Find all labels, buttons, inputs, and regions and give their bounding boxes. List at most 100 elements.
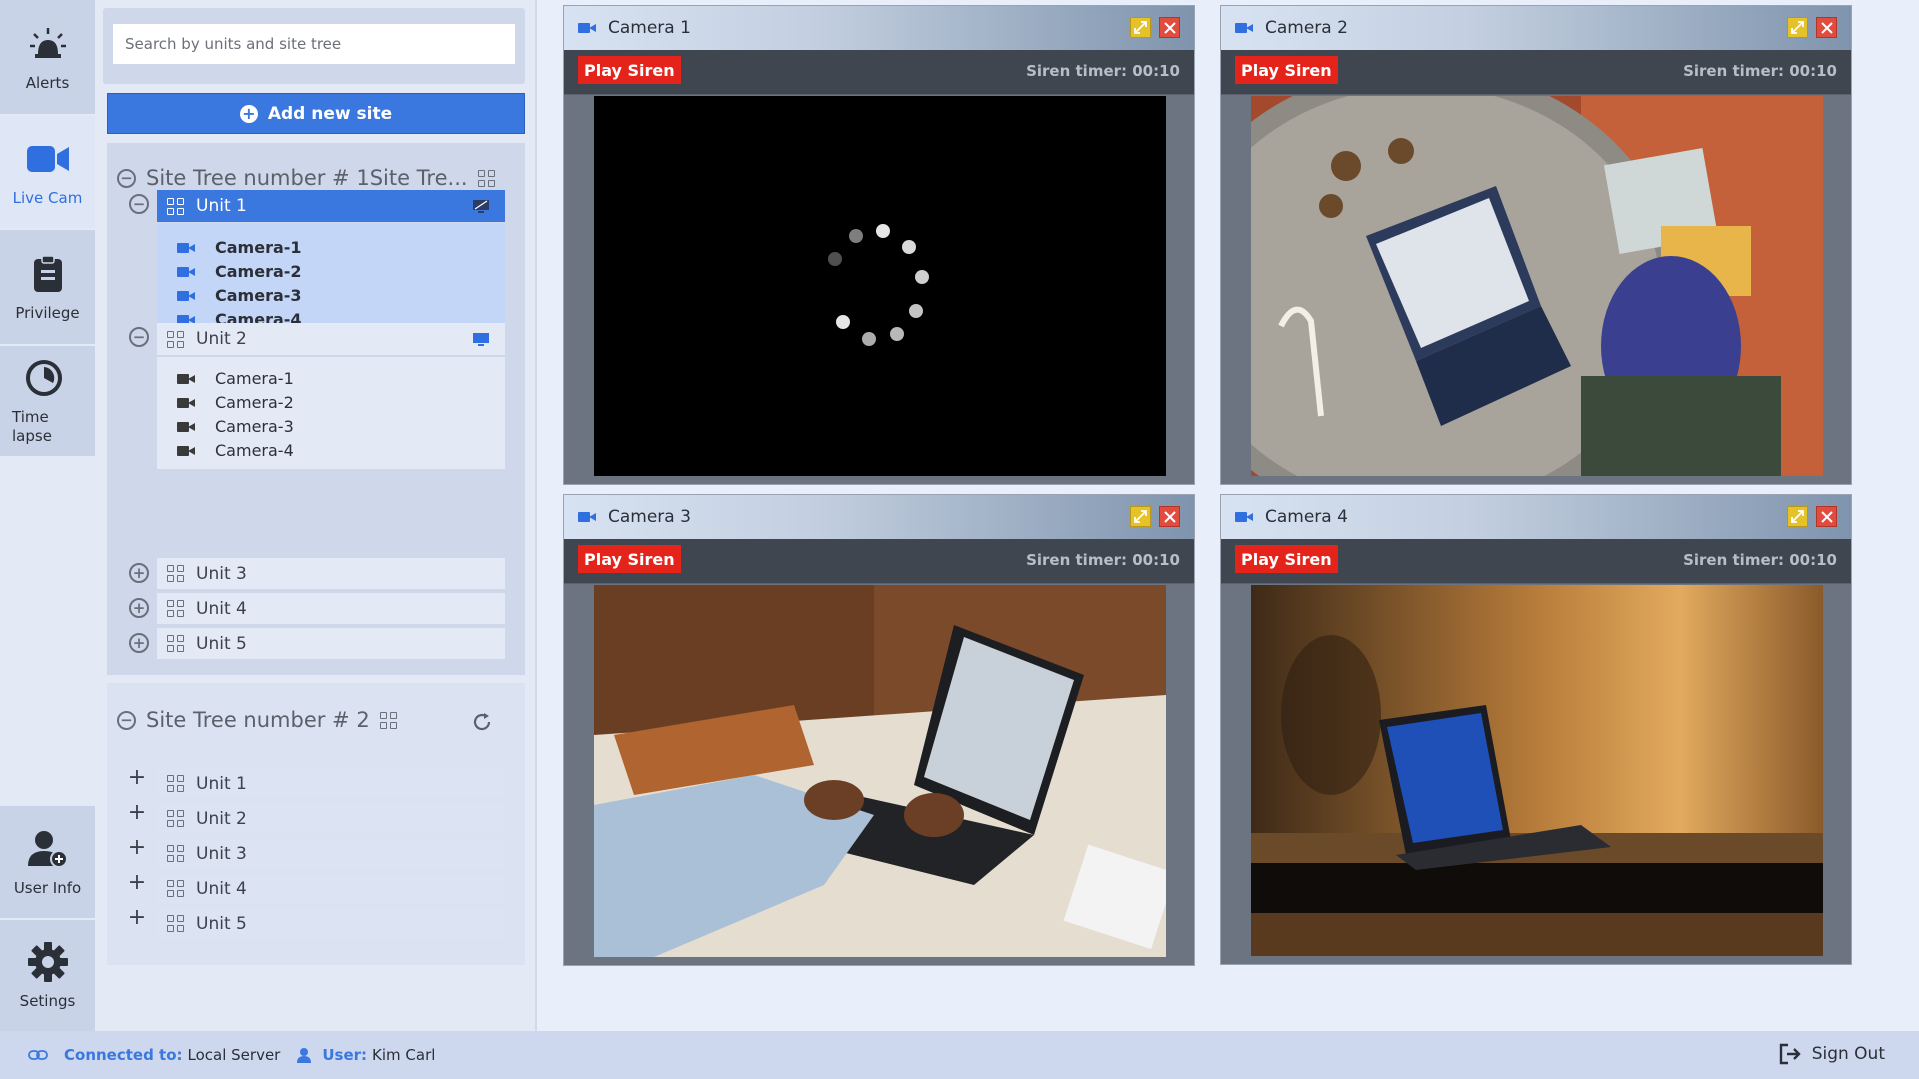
grid-icon — [167, 635, 184, 652]
camera-feed-image — [1251, 96, 1823, 476]
close-icon — [1163, 21, 1176, 34]
status-bar: Connected to: Local Server User: Kim Car… — [0, 1031, 1919, 1079]
refresh-icon[interactable] — [471, 711, 493, 733]
close-button[interactable] — [1159, 17, 1180, 38]
collapse-icon[interactable]: − — [117, 710, 136, 730]
camera-item[interactable]: Camera-3 — [177, 417, 294, 436]
nav-privilege-label: Privilege — [15, 303, 80, 322]
camera-tile-title: Camera 3 — [608, 507, 691, 527]
grid-icon — [167, 600, 184, 617]
camera-tile-title: Camera 4 — [1265, 507, 1348, 527]
feed-photo — [594, 585, 1166, 957]
unit-2-row[interactable]: Unit 2 — [157, 323, 505, 355]
unit-5-label: Unit 5 — [196, 633, 247, 654]
unit-3-row[interactable]: Unit 3 — [157, 839, 505, 868]
camera-item[interactable]: Camera-3 — [177, 286, 302, 305]
nav-live-cam[interactable]: Live Cam — [0, 116, 95, 228]
nav-settings[interactable]: Setings — [0, 920, 95, 1031]
play-siren-button[interactable]: Play Siren — [578, 56, 681, 84]
unit-5-expand-icon[interactable]: + — [127, 907, 147, 929]
camera-tile-4: Camera 4 Play Siren Siren timer: 00:10 — [1220, 494, 1852, 965]
unit-4-row[interactable]: Unit 4 — [157, 593, 505, 624]
camera-tile-title: Camera 1 — [608, 18, 691, 38]
user-add-icon — [26, 827, 70, 871]
nav-live-cam-label: Live Cam — [12, 188, 83, 207]
unit-4-expand-icon[interactable]: + — [127, 872, 147, 894]
nav-time-lapse[interactable]: Time lapse — [0, 346, 95, 456]
unit-3-label: Unit 3 — [196, 843, 247, 864]
add-new-site-label: Add new site — [267, 103, 393, 124]
expand-button[interactable] — [1787, 17, 1808, 38]
expand-button[interactable] — [1130, 17, 1151, 38]
expand-button[interactable] — [1130, 506, 1151, 527]
unit-4-row[interactable]: Unit 4 — [157, 874, 505, 903]
add-new-site-button[interactable]: + Add new site — [107, 93, 525, 134]
unit-3-row[interactable]: Unit 3 — [157, 558, 505, 589]
video-camera-icon — [177, 266, 195, 278]
unit-5-row[interactable]: Unit 5 — [157, 628, 505, 659]
unit-1-row[interactable]: Unit 1 — [157, 190, 505, 222]
nav-time-lapse-line2: lapse — [12, 427, 52, 445]
user-label: User: — [322, 1046, 368, 1064]
play-siren-button[interactable]: Play Siren — [1235, 545, 1338, 573]
unit-2-row[interactable]: Unit 2 — [157, 804, 505, 833]
unit-5-row[interactable]: Unit 5 — [157, 909, 505, 938]
collapse-icon[interactable]: − — [117, 168, 136, 188]
nav-user-info[interactable]: User Info — [0, 806, 95, 918]
grid-icon — [167, 915, 184, 932]
user-icon — [297, 1048, 312, 1063]
gear-icon — [26, 940, 70, 984]
close-button[interactable] — [1159, 506, 1180, 527]
unit-2-expand-icon[interactable]: + — [127, 802, 147, 824]
unit-4-label: Unit 4 — [196, 598, 247, 619]
unit-3-expand-icon[interactable]: + — [129, 563, 149, 583]
unit-1-cameras: Camera-1 Camera-2 Camera-3 Camera-4 — [157, 224, 505, 337]
unit-4-expand-icon[interactable]: + — [129, 598, 149, 618]
monitor-icon[interactable] — [473, 199, 489, 213]
video-camera-icon — [177, 421, 195, 433]
site-tree-1-header[interactable]: − Site Tree number # 1Site Tre... — [117, 163, 495, 193]
camera-item[interactable]: Camera-2 — [177, 262, 302, 281]
camera-tile-header: Camera 4 — [1221, 495, 1851, 539]
unit-3-expand-icon[interactable]: + — [127, 837, 147, 859]
camera-item[interactable]: Camera-4 — [177, 441, 294, 460]
nav-alerts[interactable]: Alerts — [0, 0, 95, 114]
grid-icon — [167, 565, 184, 582]
close-button[interactable] — [1816, 506, 1837, 527]
unit-1-collapse-icon[interactable]: − — [129, 194, 149, 214]
monitor-icon[interactable] — [473, 332, 489, 346]
video-camera-icon — [177, 242, 195, 254]
play-siren-button[interactable]: Play Siren — [578, 545, 681, 573]
expand-icon — [1134, 21, 1147, 34]
camera-item[interactable]: Camera-1 — [177, 238, 302, 257]
grid-icon — [477, 169, 495, 187]
nav-privilege[interactable]: Privilege — [0, 230, 95, 344]
grid-icon — [167, 197, 184, 215]
unit-2-collapse-icon[interactable]: − — [129, 327, 149, 347]
camera-item-label: Camera-4 — [215, 441, 294, 460]
nav-settings-label: Setings — [19, 992, 76, 1010]
camera-item-label: Camera-3 — [215, 417, 294, 436]
camera-item[interactable]: Camera-2 — [177, 393, 294, 412]
clipboard-icon — [26, 252, 70, 296]
video-camera-icon — [1235, 22, 1253, 34]
close-button[interactable] — [1816, 17, 1837, 38]
camera-tile-header: Camera 3 — [564, 495, 1194, 539]
siren-bar: Play Siren Siren timer: 00:10 — [564, 539, 1194, 584]
grid-icon — [167, 810, 184, 827]
unit-1-expand-icon[interactable]: + — [127, 767, 147, 789]
site-tree-2-header[interactable]: − Site Tree number # 2 — [117, 705, 397, 735]
camera-item[interactable]: Camera-1 — [177, 369, 294, 388]
feed-photo — [1251, 585, 1823, 956]
unit-5-expand-icon[interactable]: + — [129, 633, 149, 653]
user-value: Kim Carl — [372, 1046, 436, 1064]
search-input[interactable] — [113, 24, 515, 64]
siren-timer: Siren timer: 00:10 — [1026, 551, 1180, 569]
sign-out-button[interactable]: Sign Out — [1778, 1043, 1885, 1065]
expand-button[interactable] — [1787, 506, 1808, 527]
play-siren-button[interactable]: Play Siren — [1235, 56, 1338, 84]
video-camera-icon — [177, 373, 195, 385]
loading-spinner-icon — [828, 224, 929, 346]
connected-label: Connected to: — [64, 1046, 183, 1064]
unit-1-row[interactable]: Unit 1 — [157, 769, 505, 798]
